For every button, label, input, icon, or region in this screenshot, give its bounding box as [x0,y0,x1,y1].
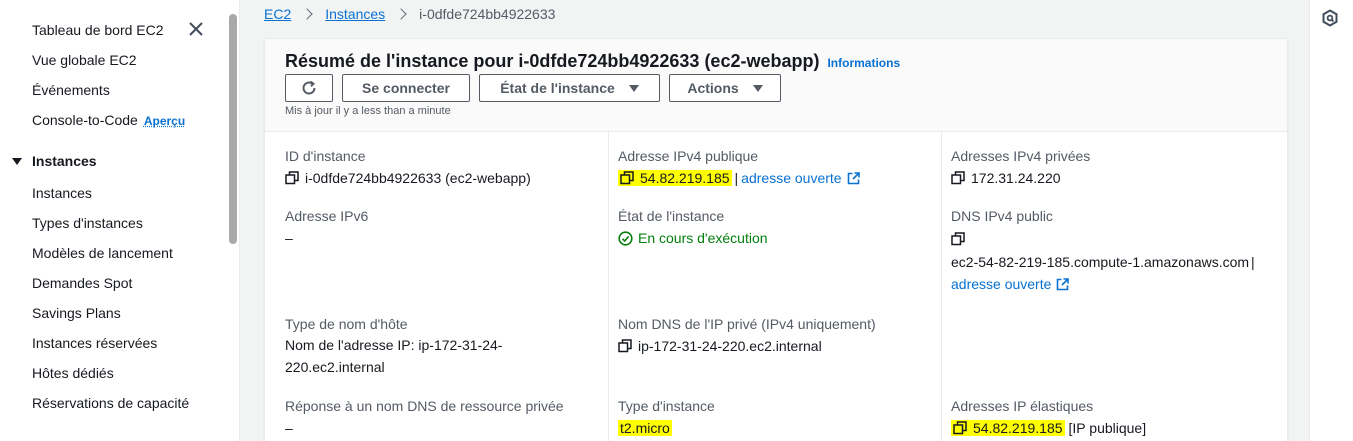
sidebar-item-dedicated-hosts[interactable]: Hôtes dédiés [32,365,114,381]
chevron-right-icon [301,8,313,20]
refresh-button[interactable] [285,74,333,102]
instance-id-value: i-0dfde724bb4922633 (ec2-webapp) [305,170,531,186]
instance-id-field: ID d'instance i-0dfde724bb4922633 (ec2-w… [285,148,531,186]
help-panel-icon[interactable] [1321,9,1339,27]
public-dns-field: DNS IPv4 public ec2-54-82-219-185.comput… [951,208,1255,292]
actions-button[interactable]: Actions [669,74,781,102]
field-label: Adresses IPv4 privées [951,148,1091,164]
caret-down-icon [628,84,639,92]
breadcrumb-current: i-0dfde724bb4922633 [419,6,556,22]
instance-type-value: t2.micro [618,420,672,436]
sidebar-item-events[interactable]: Événements [32,82,110,98]
field-label: Adresse IPv4 publique [618,148,759,164]
sidebar-item-launch-templates[interactable]: Modèles de lancement [32,245,173,261]
field-label: État de l'instance [618,208,725,224]
copy-icon[interactable] [285,171,299,185]
copy-icon[interactable] [620,171,634,185]
page-title: Résumé de l'instance pour i-0dfde724bb49… [285,51,900,72]
field-label: Nom DNS de l'IP privé (IPv4 uniquement) [618,316,876,332]
elastic-ip-value: 54.82.219.185 [973,420,1063,436]
resource-dns-field: Réponse à un nom DNS de ressource privée… [285,398,564,436]
sidebar-item-savings-plans[interactable]: Savings Plans [32,305,121,321]
sidebar-item-global-view[interactable]: Vue globale EC2 [32,52,137,68]
field-label: ID d'instance [285,148,366,164]
field-label: Réponse à un nom DNS de ressource privée [285,398,564,414]
connect-button[interactable]: Se connecter [342,74,470,102]
panel-header: Résumé de l'instance pour i-0dfde724bb49… [265,39,1287,132]
sidebar-item-instances[interactable]: Instances [32,185,92,201]
field-label: Adresse IPv6 [285,208,369,224]
info-link[interactable]: Informations [827,56,900,70]
instance-state-value: En cours d'exécution [638,230,768,246]
caret-down-icon [752,84,763,92]
open-address-link[interactable]: adresse ouverte [741,170,841,186]
navigation-sidebar: Tableau de bord EC2 Vue globale EC2 Évén… [0,0,227,441]
sidebar-item-label: Console-to-Code [32,112,138,128]
sidebar-section-label: Instances [32,153,97,169]
resource-dns-value: – [285,420,293,436]
copy-icon[interactable] [951,232,965,246]
sidebar-item-instance-types[interactable]: Types d'instances [32,215,143,231]
external-link-icon[interactable] [847,171,860,185]
instance-state-button[interactable]: État de l'instance [479,74,660,102]
field-label: Adresses IP élastiques [951,398,1094,414]
private-dns-value: ip-172-31-24-220.ec2.internal [638,338,822,354]
sidebar-item-dashboard[interactable]: Tableau de bord EC2 [32,22,164,38]
breadcrumb-instances[interactable]: Instances [325,6,385,22]
check-circle-icon [618,230,633,246]
sidebar-item-console-to-code[interactable]: Console-to-Code Aperçu [32,112,185,128]
refresh-icon [302,80,316,95]
field-label: Type de nom d'hôte [285,316,408,332]
private-ipv4-value: 172.31.24.220 [971,170,1061,186]
external-link-icon[interactable] [1056,277,1070,291]
sidebar-section-instances[interactable]: Instances [12,153,97,169]
ipv6-field: Adresse IPv6 – [285,208,368,246]
open-address-link[interactable]: adresse ouverte [951,276,1051,292]
sidebar-item-reserved-instances[interactable]: Instances réservées [32,335,157,351]
field-label: DNS IPv4 public [951,208,1053,224]
instance-type-field: Type d'instance t2.micro [618,398,715,436]
instance-summary-panel: Résumé de l'instance pour i-0dfde724bb49… [264,38,1288,441]
private-dns-field: Nom DNS de l'IP privé (IPv4 uniquement) … [618,316,876,354]
breadcrumb-ec2[interactable]: EC2 [264,6,291,22]
private-ipv4-field: Adresses IPv4 privées 172.31.24.220 [951,148,1090,186]
column-divider [608,132,609,441]
sidebar-item-spot-requests[interactable]: Demandes Spot [32,275,132,291]
column-divider [941,132,942,441]
chevron-right-icon [395,8,407,20]
preview-badge[interactable]: Aperçu [144,114,185,128]
tools-rail [1309,0,1353,441]
hostname-type-value: Nom de l'adresse IP: ip-172-31-24-220.ec… [285,337,503,375]
public-ipv4-value: 54.82.219.185 [640,170,730,186]
field-label: Type d'instance [618,398,715,414]
instance-state-label: État de l'instance [500,80,615,96]
sidebar-scrollbar-thumb[interactable] [229,14,237,244]
copy-icon[interactable] [951,171,965,185]
last-updated-text: Mis à jour il y a less than a minute [285,105,451,117]
elastic-ip-field: Adresses IP élastiques 54.82.219.185 [IP… [951,398,1146,436]
elastic-ip-suffix: [IP publique] [1068,420,1147,436]
instance-state-field: État de l'instance En cours d'exécution [618,208,768,246]
public-dns-value: ec2-54-82-219-185.compute-1.amazonaws.co… [951,254,1250,270]
actions-label: Actions [687,80,739,96]
ipv6-value: – [285,230,293,246]
copy-icon[interactable] [953,421,967,435]
copy-icon[interactable] [618,339,632,353]
sidebar-item-capacity-reservations[interactable]: Réservations de capacité [32,395,189,411]
hostname-type-field: Type de nom d'hôte Nom de l'adresse IP: … [285,316,575,378]
caret-down-icon [12,157,22,165]
panel-title-text: Résumé de l'instance pour i-0dfde724bb49… [285,51,820,71]
close-icon[interactable] [187,20,205,38]
public-ipv4-field: Adresse IPv4 publique 54.82.219.185 | ad… [618,148,860,186]
breadcrumb: EC2 Instances i-0dfde724bb4922633 [264,6,555,22]
